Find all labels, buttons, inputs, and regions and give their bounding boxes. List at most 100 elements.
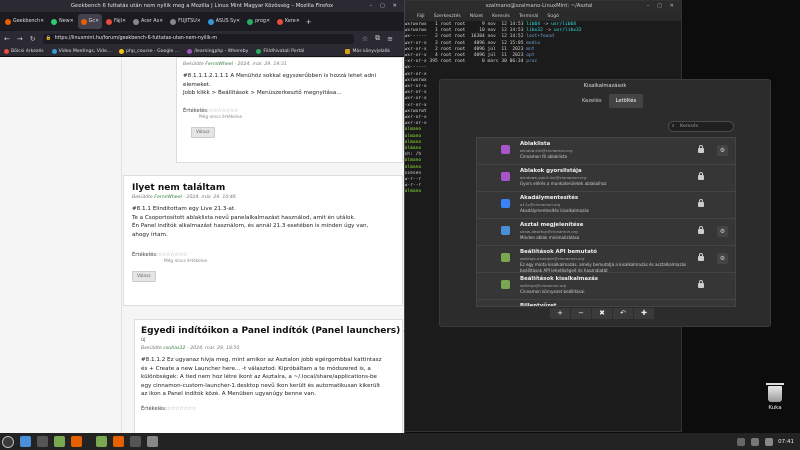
- settings-window-icon[interactable]: [147, 436, 158, 447]
- browser-tab[interactable]: prog ✕: [244, 14, 273, 29]
- tab-close-icon[interactable]: ✕: [197, 19, 201, 24]
- applet-row[interactable]: Ablaklista window-list@cinnamon.org Cinnam…: [477, 138, 735, 165]
- terminal-window-icon[interactable]: [130, 436, 141, 447]
- bookmark-item[interactable]: Földhivatali Portál: [256, 48, 304, 54]
- menu-icon[interactable]: [2, 435, 14, 448]
- new-tab-icon[interactable]: +: [306, 18, 312, 26]
- tab-close-icon[interactable]: ✕: [40, 19, 44, 24]
- forward-icon[interactable]: →: [17, 35, 23, 43]
- tab-close-icon[interactable]: ✕: [95, 19, 99, 24]
- terminal-titlebar[interactable]: szalmano@szalmano-LinuxMint: ~/Asztal – …: [397, 1, 681, 12]
- rating-stars[interactable]: ☆☆☆☆☆☆☆: [209, 108, 239, 114]
- browser-tab[interactable]: Fájl ✕: [103, 14, 129, 29]
- trash-desktop-icon[interactable]: Kuka: [762, 383, 788, 411]
- post-author[interactable]: FernsWheel: [205, 62, 233, 67]
- browser-tab[interactable]: Gc ✕: [77, 14, 103, 29]
- terminal-text: libx32: [526, 28, 543, 34]
- bookmark-item[interactable]: php_course - Google ...: [119, 48, 179, 54]
- back-icon[interactable]: ←: [4, 35, 10, 43]
- post-author[interactable]: csuhas32: [163, 346, 185, 351]
- browser-tab[interactable]: FUJITSU ✕: [167, 14, 204, 29]
- terminal-menu-item[interactable]: Keresés: [492, 14, 510, 19]
- system-tray[interactable]: 07:41: [731, 433, 800, 450]
- remove-button[interactable]: −: [571, 308, 592, 319]
- add-button[interactable]: +: [550, 308, 571, 319]
- terminal-menu-item[interactable]: Terminál: [519, 14, 538, 19]
- volume-icon[interactable]: [751, 437, 760, 446]
- bookmark-favicon-icon: [187, 48, 193, 54]
- tab-label: Fájl: [114, 19, 122, 24]
- firefox-window-icon[interactable]: [113, 436, 124, 447]
- tab-close-icon[interactable]: ✕: [122, 19, 126, 24]
- files-window-icon[interactable]: [96, 436, 107, 447]
- reply-button[interactable]: Válasz: [191, 126, 215, 138]
- terminal-icon[interactable]: [37, 436, 48, 447]
- search-input[interactable]: ⌕ Keresés: [668, 121, 734, 132]
- dialog-tabs[interactable]: Kezelés Letöltés: [575, 94, 644, 108]
- terminal-menu-item[interactable]: Nézet: [470, 14, 483, 19]
- applet-row[interactable]: Billentyűzet: [477, 300, 735, 306]
- battery-icon[interactable]: [765, 437, 774, 446]
- browser-tab[interactable]: Geekbench ✕: [2, 14, 47, 29]
- terminal-menu-item[interactable]: Fájl: [417, 14, 425, 19]
- configure-icon[interactable]: ⚙: [717, 145, 728, 156]
- terminal-text: ->: [542, 28, 554, 34]
- files-icon[interactable]: [54, 436, 65, 447]
- panel-clock[interactable]: 07:41: [778, 439, 794, 445]
- browser-tab[interactable]: Kere ✕: [274, 14, 303, 29]
- applet-toolbar[interactable]: + − ✖ ↶ ✚: [550, 308, 655, 319]
- tab-close-icon[interactable]: ✕: [296, 19, 300, 24]
- firefox-icon[interactable]: [71, 436, 82, 447]
- browser-tab[interactable]: New ✕: [48, 14, 77, 29]
- configure-icon[interactable]: ⚙: [717, 226, 728, 237]
- configure-icon[interactable]: ⚙: [717, 253, 728, 264]
- applet-row[interactable]: Asztal megjelenítése show-desktop@cinnamo…: [477, 219, 735, 246]
- reply-button[interactable]: Válasz: [132, 271, 156, 283]
- extensions-icon[interactable]: ⧉: [375, 34, 380, 43]
- rating-stars[interactable]: ☆☆☆☆☆☆☆: [158, 252, 188, 258]
- show-desktop-icon[interactable]: [20, 436, 31, 447]
- applet-row[interactable]: Beállítások kisalkalmazás settings@cinnam…: [477, 273, 735, 300]
- tab-close-icon[interactable]: ✕: [236, 19, 240, 24]
- firefox-titlebar[interactable]: Geekbench 6 futtatás után nem nyílik meg…: [0, 0, 404, 12]
- reload-icon[interactable]: ↻: [30, 35, 36, 43]
- post-title[interactable]: Ilyet nem találtam: [132, 183, 394, 193]
- clear-button[interactable]: ✖: [592, 308, 613, 319]
- tab-close-icon[interactable]: ✕: [159, 19, 163, 24]
- window-controls[interactable]: – ▢ ✕: [370, 0, 400, 12]
- navigation-toolbar[interactable]: ← → ↻ https://linuxmint.hu/forum/geekben…: [0, 31, 404, 46]
- applet-row[interactable]: Ablakok gyorslistája windows-quick-list@c…: [477, 165, 735, 192]
- tab-manage[interactable]: Kezelés: [575, 94, 609, 108]
- applet-row[interactable]: Akadálymentesítés a11y@cinnamon.org Akadál…: [477, 192, 735, 219]
- tab-close-icon[interactable]: ✕: [70, 19, 74, 24]
- more-button[interactable]: ✚: [634, 308, 655, 319]
- window-controls[interactable]: – ▢ ✕: [647, 1, 677, 12]
- post-author[interactable]: FernsWheel: [154, 195, 182, 200]
- bookmarks-toolbar[interactable]: Bölcsi érkezés Video Meetings, Vide... php…: [0, 46, 404, 57]
- tab-strip[interactable]: Geekbench ✕ New ✕ Gc ✕ Fájl ✕ Acer As ✕ FUJIT…: [0, 12, 404, 31]
- bookmark-item[interactable]: Video Meetings, Vide...: [51, 48, 111, 54]
- bookmark-star-icon[interactable]: ☆: [362, 35, 368, 43]
- applet-list[interactable]: Ablaklista window-list@cinnamon.org Cinnam…: [476, 137, 736, 307]
- other-bookmarks[interactable]: Más könyvjelzők: [345, 48, 390, 54]
- terminal-menu-item[interactable]: Szerkesztés: [434, 14, 461, 19]
- tab-download[interactable]: Letöltés: [608, 94, 644, 108]
- tab-close-icon[interactable]: ✕: [266, 19, 270, 24]
- bookmark-item[interactable]: /learningphp - Whereby: [187, 48, 248, 54]
- applet-row[interactable]: Beállítások API bemutató settings-example…: [477, 246, 735, 273]
- hamburger-menu-icon[interactable]: ≡: [387, 35, 393, 43]
- post-title[interactable]: Egyedi indítóikon a Panel indítók (Panel…: [141, 326, 404, 336]
- taskbar-panel[interactable]: 07:41: [0, 433, 800, 450]
- applets-dialog[interactable]: Kisalkalmazások Kezelés Letöltés ⌕ Keres…: [439, 79, 771, 327]
- page-content[interactable]: Beküldte FernsWheel - 2024. már. 29. 19:…: [0, 57, 404, 433]
- firefox-window[interactable]: Geekbench 6 futtatás után nem nyílik meg…: [0, 0, 405, 433]
- rating-stars[interactable]: ☆☆☆☆☆☆☆: [167, 406, 197, 412]
- terminal-menu-item[interactable]: Súgó: [547, 14, 559, 19]
- bookmark-item[interactable]: Bölcsi érkezés: [4, 48, 44, 54]
- undo-button[interactable]: ↶: [613, 308, 634, 319]
- url-bar[interactable]: https://linuxmint.hu/forum/geekbench-6-f…: [42, 33, 354, 44]
- network-icon[interactable]: [737, 437, 746, 446]
- browser-tab[interactable]: ASUS Sy ✕: [205, 14, 243, 29]
- browser-tab[interactable]: Acer As ✕: [130, 14, 166, 29]
- terminal-menubar[interactable]: Fájl Szerkesztés Nézet Keresés Terminál Súgó: [397, 12, 681, 21]
